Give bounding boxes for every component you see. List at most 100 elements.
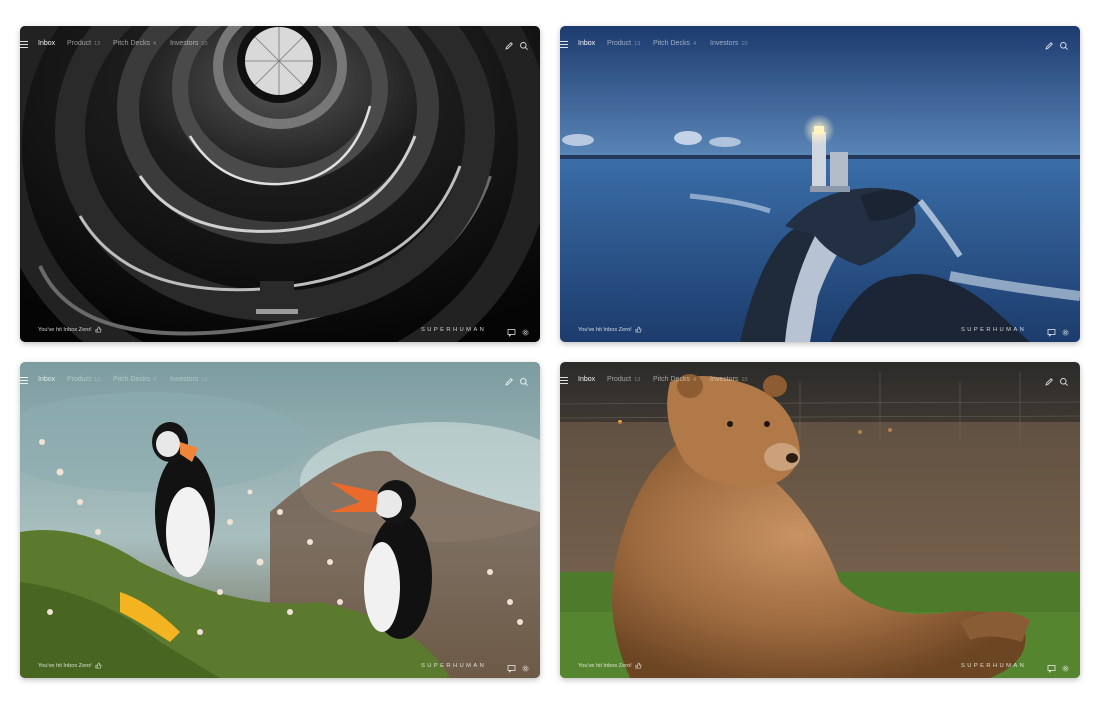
tab-product[interactable]: Product 13 bbox=[607, 40, 640, 47]
tab-count: 4 bbox=[152, 377, 157, 383]
tab-label: Investors bbox=[170, 376, 199, 383]
tab-inbox[interactable]: Inbox bbox=[38, 40, 55, 47]
magnifier-icon bbox=[520, 378, 528, 386]
bottom-bar: You've hit Inbox Zero! SUPERHUMAN bbox=[20, 656, 540, 678]
gear-icon bbox=[522, 329, 529, 336]
compose-button[interactable] bbox=[504, 39, 514, 50]
menu-button[interactable] bbox=[20, 41, 28, 48]
wallpaper-preview-lighthouse[interactable]: Inbox Product 13 Pitch Decks 4 Investors 10… bbox=[560, 26, 1080, 342]
bottom-bar: You've hit Inbox Zero! SUPERHUMAN bbox=[20, 320, 540, 342]
gear-icon bbox=[522, 665, 529, 672]
tab-pitch-decks[interactable]: Pitch Decks 4 bbox=[113, 40, 156, 47]
tab-count: 13 bbox=[634, 377, 641, 383]
tab-investors[interactable]: Investors 10 bbox=[710, 40, 748, 47]
status-text: You've hit Inbox Zero! bbox=[578, 662, 632, 669]
compose-button[interactable] bbox=[1044, 375, 1054, 386]
puffins-photo bbox=[20, 362, 540, 678]
brand-logo: SUPERHUMAN bbox=[421, 663, 487, 669]
tab-label: Product bbox=[67, 40, 92, 47]
settings-button[interactable] bbox=[1061, 661, 1070, 672]
tab-label: Inbox bbox=[578, 40, 596, 47]
thumbs-up-icon bbox=[635, 326, 642, 333]
brand-logo: SUPERHUMAN bbox=[961, 663, 1027, 669]
wallpaper-preview-spiral[interactable]: Inbox Product 13 Pitch Decks 4 Investors 10… bbox=[20, 26, 540, 342]
tab-label: Product bbox=[607, 376, 632, 383]
top-bar: Inbox Product 13 Pitch Decks 4 Investors 10 bbox=[20, 362, 540, 398]
compose-button[interactable] bbox=[504, 375, 514, 386]
inbox-zero-status: You've hit Inbox Zero! bbox=[38, 326, 102, 333]
tab-pitch-decks[interactable]: Pitch Decks 4 bbox=[653, 376, 696, 383]
brand-logo: SUPERHUMAN bbox=[421, 327, 487, 333]
tab-count: 13 bbox=[94, 377, 101, 383]
gear-icon bbox=[1062, 665, 1069, 672]
search-button[interactable] bbox=[1059, 375, 1069, 386]
tab-inbox[interactable]: Inbox bbox=[38, 376, 55, 383]
settings-button[interactable] bbox=[521, 325, 530, 336]
thumbs-up-icon bbox=[95, 326, 102, 333]
thumbs-up-icon bbox=[635, 662, 642, 669]
menu-button[interactable] bbox=[560, 41, 568, 48]
messages-button[interactable] bbox=[1047, 325, 1056, 337]
tab-count: 10 bbox=[741, 377, 748, 383]
search-button[interactable] bbox=[519, 39, 529, 50]
message-icon bbox=[1047, 665, 1056, 673]
tab-pitch-decks[interactable]: Pitch Decks 4 bbox=[113, 376, 156, 383]
tab-product[interactable]: Product 13 bbox=[67, 376, 100, 383]
compose-button[interactable] bbox=[1044, 39, 1054, 50]
thumbs-up-icon bbox=[95, 662, 102, 669]
top-bar: Inbox Product 13 Pitch Decks 4 Investors 10 bbox=[560, 26, 1080, 62]
tab-count: 13 bbox=[94, 41, 101, 47]
tab-label: Pitch Decks bbox=[113, 40, 150, 47]
messages-button[interactable] bbox=[507, 661, 516, 673]
status-text: You've hit Inbox Zero! bbox=[38, 326, 92, 333]
messages-button[interactable] bbox=[1047, 661, 1056, 673]
tab-investors[interactable]: Investors 10 bbox=[170, 40, 208, 47]
spiral-staircase-photo bbox=[20, 26, 540, 342]
tab-pitch-decks[interactable]: Pitch Decks 4 bbox=[653, 40, 696, 47]
tab-count: 4 bbox=[152, 41, 157, 47]
tab-label: Pitch Decks bbox=[653, 40, 690, 47]
pencil-icon bbox=[505, 378, 513, 386]
settings-button[interactable] bbox=[1061, 325, 1070, 336]
tab-count: 13 bbox=[634, 41, 641, 47]
inbox-zero-status: You've hit Inbox Zero! bbox=[578, 662, 642, 669]
tab-label: Investors bbox=[170, 40, 199, 47]
tab-product[interactable]: Product 13 bbox=[67, 40, 100, 47]
tab-inbox[interactable]: Inbox bbox=[578, 40, 595, 47]
search-button[interactable] bbox=[1059, 39, 1069, 50]
inbox-zero-status: You've hit Inbox Zero! bbox=[38, 662, 102, 669]
pencil-icon bbox=[1045, 378, 1053, 386]
search-button[interactable] bbox=[519, 375, 529, 386]
tab-label: Investors bbox=[710, 376, 739, 383]
tab-label: Pitch Decks bbox=[653, 376, 690, 383]
menu-button[interactable] bbox=[560, 377, 568, 384]
tab-inbox[interactable]: Inbox bbox=[578, 376, 595, 383]
wallpaper-preview-bear[interactable]: Inbox Product 13 Pitch Decks 4 Investors 10… bbox=[560, 362, 1080, 678]
status-text: You've hit Inbox Zero! bbox=[38, 662, 92, 669]
pencil-icon bbox=[1045, 42, 1053, 50]
tab-product[interactable]: Product 13 bbox=[607, 376, 640, 383]
tab-label: Investors bbox=[710, 40, 739, 47]
pencil-icon bbox=[505, 42, 513, 50]
tab-label: Product bbox=[67, 376, 92, 383]
magnifier-icon bbox=[520, 42, 528, 50]
message-icon bbox=[507, 329, 516, 337]
magnifier-icon bbox=[1060, 42, 1068, 50]
tab-investors[interactable]: Investors 10 bbox=[170, 376, 208, 383]
tab-count: 4 bbox=[692, 377, 697, 383]
inbox-zero-status: You've hit Inbox Zero! bbox=[578, 326, 642, 333]
message-icon bbox=[1047, 329, 1056, 337]
tab-label: Product bbox=[607, 40, 632, 47]
tab-investors[interactable]: Investors 10 bbox=[710, 376, 748, 383]
tab-count: 10 bbox=[201, 377, 208, 383]
tab-count: 4 bbox=[692, 41, 697, 47]
messages-button[interactable] bbox=[507, 325, 516, 337]
tab-label: Inbox bbox=[38, 376, 56, 383]
settings-button[interactable] bbox=[521, 661, 530, 672]
tab-label: Inbox bbox=[578, 376, 596, 383]
gear-icon bbox=[1062, 329, 1069, 336]
wallpaper-preview-puffins[interactable]: Inbox Product 13 Pitch Decks 4 Investors 10… bbox=[20, 362, 540, 678]
menu-button[interactable] bbox=[20, 377, 28, 384]
brown-bear-photo bbox=[560, 362, 1080, 678]
magnifier-icon bbox=[1060, 378, 1068, 386]
